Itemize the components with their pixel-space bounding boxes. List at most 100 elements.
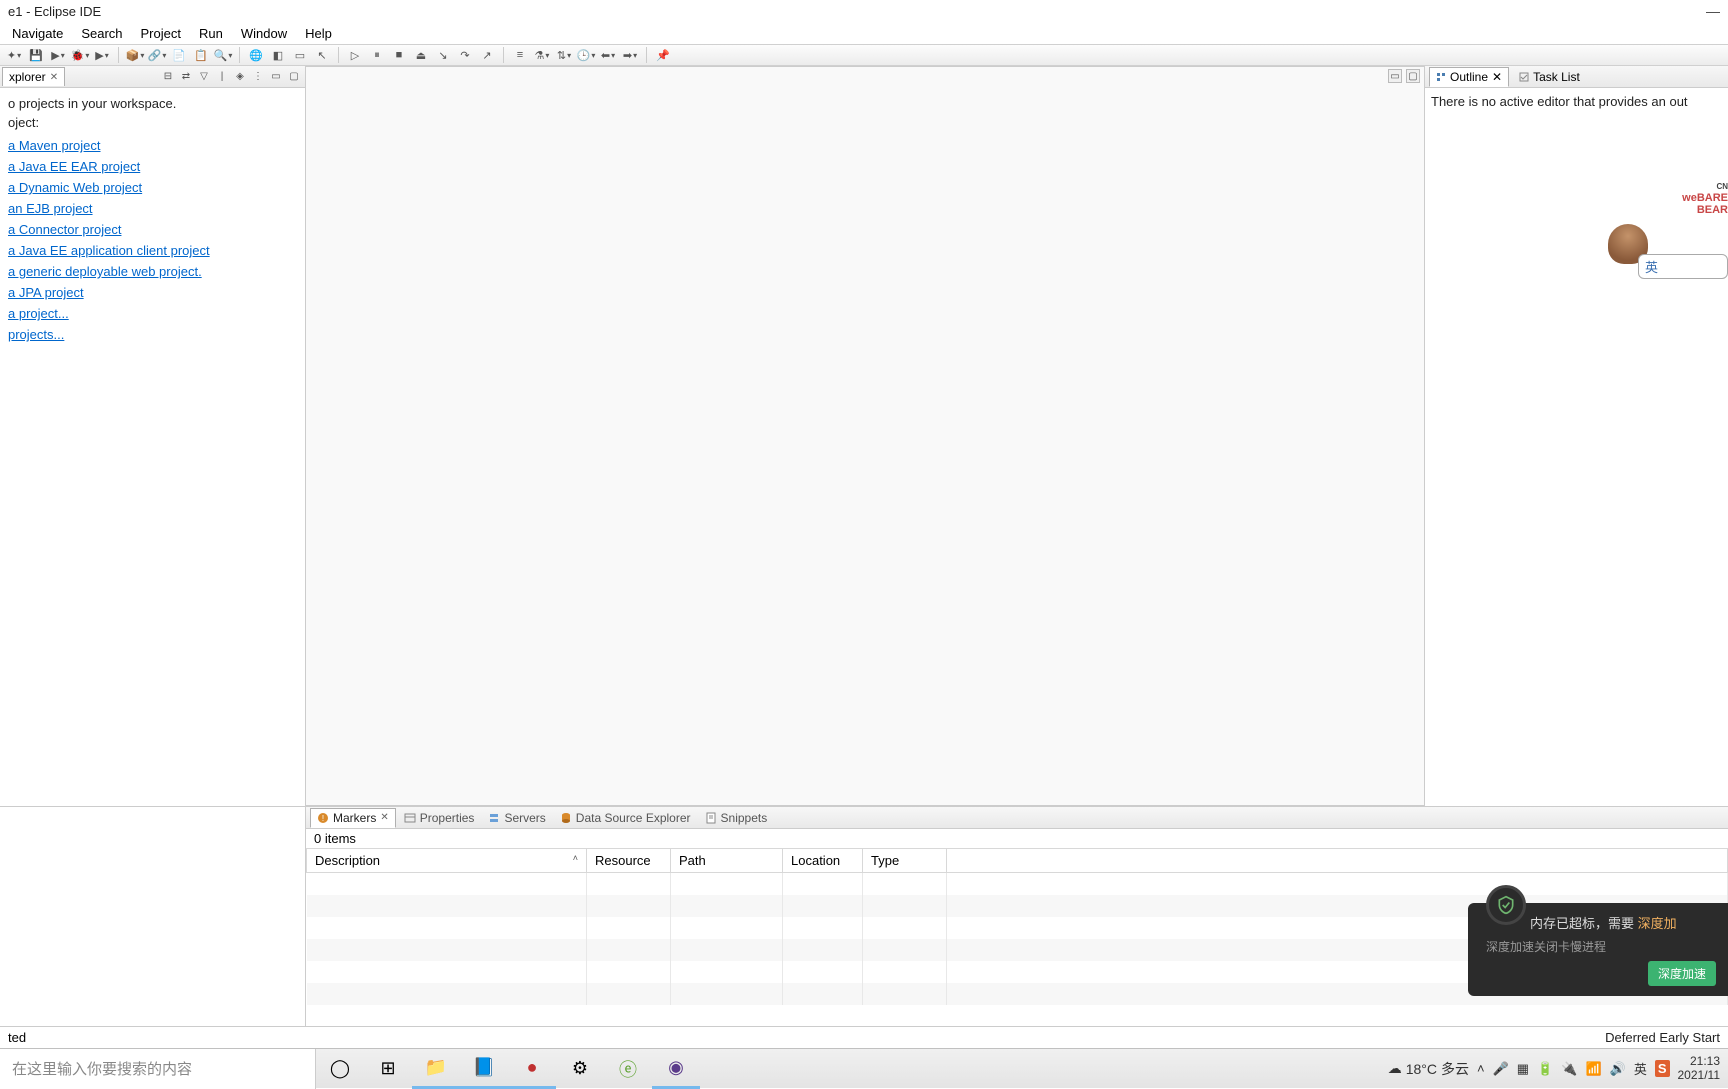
power-icon[interactable]: 🔌 (1561, 1061, 1577, 1077)
menu-run[interactable]: Run (191, 24, 231, 43)
col-resource[interactable]: Resource (587, 849, 671, 873)
volume-icon[interactable]: 🔊 (1610, 1061, 1626, 1077)
link-java-ee-ear-project[interactable]: a Java EE EAR project (8, 159, 140, 174)
step-into-icon[interactable]: ↘ (435, 47, 451, 63)
link-java-ee-app-client-project[interactable]: a Java EE application client project (8, 243, 210, 258)
run-ext-icon[interactable]: ▶ (94, 47, 110, 63)
menu-navigate[interactable]: Navigate (4, 24, 71, 43)
search-icon[interactable]: 🔍 (215, 47, 231, 63)
pause-icon[interactable]: ⏸ (369, 47, 385, 63)
menu-search[interactable]: Search (73, 24, 130, 43)
maximize-view-icon[interactable]: ▢ (287, 70, 301, 84)
resume-icon[interactable]: ▷ (347, 47, 363, 63)
weather-widget[interactable]: ☁ 18°C 多云 (1388, 1059, 1469, 1079)
step-over-icon[interactable]: ↷ (457, 47, 473, 63)
battery-icon[interactable]: 🔋 (1537, 1061, 1553, 1077)
close-icon[interactable]: ✕ (50, 72, 58, 83)
view-menu-icon[interactable]: ⋮ (251, 70, 265, 84)
web-icon[interactable]: 🌐 (248, 47, 264, 63)
step-return-icon[interactable]: ↗ (479, 47, 495, 63)
focus-icon[interactable]: ◈ (233, 70, 247, 84)
outline-view: Outline ✕ Task List There is no active e… (1424, 66, 1728, 806)
editor-controls: ▭ ▢ (1388, 69, 1420, 83)
link-jpa-project[interactable]: a JPA project (8, 285, 84, 300)
browser-icon[interactable]: ⓔ (604, 1049, 652, 1089)
col-location[interactable]: Location (783, 849, 863, 873)
new-connection-icon[interactable]: 🔗 (149, 47, 165, 63)
close-icon[interactable]: ✕ (1492, 70, 1502, 84)
link-maven-project[interactable]: a Maven project (8, 138, 101, 153)
pin-editor-icon[interactable]: 📌 (655, 47, 671, 63)
sticker-bubble: 英 (1638, 254, 1728, 279)
notepad-icon[interactable]: 📘 (460, 1049, 508, 1089)
settings-icon[interactable]: ⚙ (556, 1049, 604, 1089)
terminate-icon[interactable]: ■ (391, 47, 407, 63)
close-icon[interactable]: ✕ (380, 812, 388, 823)
new-server-icon[interactable]: 📦 (127, 47, 143, 63)
menu-help[interactable]: Help (297, 24, 340, 43)
filter-icon[interactable]: ⚗ (534, 47, 550, 63)
forward-icon[interactable]: ➡ (622, 47, 638, 63)
weather-desc: 多云 (1441, 1059, 1469, 1079)
snippets-tab-label: Snippets (721, 811, 768, 825)
disconnect-icon[interactable]: ⏏ (413, 47, 429, 63)
wifi-icon[interactable]: 📶 (1585, 1061, 1601, 1077)
task-list-tab[interactable]: Task List (1513, 68, 1586, 86)
link-editor-icon[interactable]: ⇄ (179, 70, 193, 84)
recorder-icon[interactable]: ● (508, 1049, 556, 1089)
open-task-icon[interactable]: 📋 (193, 47, 209, 63)
open-type-icon[interactable]: 📄 (171, 47, 187, 63)
toolbar-separator (118, 47, 119, 63)
cortana-icon[interactable]: ◯ (316, 1049, 364, 1089)
col-path[interactable]: Path (671, 849, 783, 873)
debug-icon[interactable]: 🐞 (72, 47, 88, 63)
properties-tab[interactable]: Properties (398, 809, 481, 827)
taskbar-clock[interactable]: 21:13 2021/11 (1678, 1055, 1721, 1081)
link-generic-project[interactable]: a project... (8, 306, 69, 321)
save-icon[interactable]: 💾 (28, 47, 44, 63)
link-ejb-project[interactable]: an EJB project (8, 201, 93, 216)
link-import-projects[interactable]: projects... (8, 327, 64, 342)
snippets-tab[interactable]: Snippets (699, 809, 774, 827)
col-description[interactable]: Description˄ (307, 849, 587, 873)
eclipse-icon[interactable]: ◉ (652, 1049, 700, 1089)
link-dynamic-web-project[interactable]: a Dynamic Web project (8, 180, 142, 195)
sort-icon[interactable]: ⇅ (556, 47, 572, 63)
minimize-editor-icon[interactable]: ▭ (1388, 69, 1402, 83)
markers-tab[interactable]: ! Markers ✕ (310, 808, 396, 828)
cursor-icon[interactable]: ↖ (314, 47, 330, 63)
notification-action-button[interactable]: 深度加速 (1648, 961, 1716, 986)
markers-icon: ! (317, 812, 329, 824)
security-notification[interactable]: 内存已超标，需要 深度加 深度加速关闭卡慢进程 深度加速 (1468, 903, 1728, 996)
maximize-editor-icon[interactable]: ▢ (1406, 69, 1420, 83)
collapse-all-icon[interactable]: ⊟ (161, 70, 175, 84)
back-icon[interactable]: ⬅ (600, 47, 616, 63)
history-icon[interactable]: 🕒 (578, 47, 594, 63)
toggle-breadcrumb-icon[interactable]: ▭ (292, 47, 308, 63)
data-source-tab[interactable]: Data Source Explorer (554, 809, 697, 827)
outline-tab[interactable]: Outline ✕ (1429, 67, 1509, 87)
menu-project[interactable]: Project (133, 24, 189, 43)
sogou-icon[interactable]: S (1655, 1060, 1670, 1077)
chevron-up-icon[interactable]: ˄ (1477, 1061, 1485, 1076)
jsp-icon[interactable]: ◧ (270, 47, 286, 63)
microphone-icon[interactable]: 🎤 (1493, 1061, 1509, 1077)
project-explorer-tab[interactable]: xplorer ✕ (2, 67, 65, 86)
link-connector-project[interactable]: a Connector project (8, 222, 121, 237)
file-explorer-icon[interactable]: 📁 (412, 1049, 460, 1089)
outline-tab-label: Outline (1450, 70, 1488, 84)
col-type[interactable]: Type (863, 849, 947, 873)
minimize-view-icon[interactable]: ▭ (269, 70, 283, 84)
new-icon[interactable]: ✦ (6, 47, 22, 63)
minimize-button[interactable]: — (1706, 3, 1720, 19)
task-view-icon[interactable]: ⊞ (364, 1049, 412, 1089)
servers-tab[interactable]: Servers (482, 809, 551, 827)
link-generic-web-project[interactable]: a generic deployable web project. (8, 264, 202, 279)
run-icon[interactable]: ▶ (50, 47, 66, 63)
taskbar-search-input[interactable]: 在这里输入你要搜索的内容 (0, 1049, 316, 1089)
menu-window[interactable]: Window (233, 24, 295, 43)
ime-indicator[interactable]: 英 (1634, 1059, 1647, 1078)
tray-app-icon[interactable]: ▦ (1517, 1061, 1529, 1077)
format-icon[interactable]: ≡ (512, 47, 528, 63)
filter-view-icon[interactable]: ▽ (197, 70, 211, 84)
